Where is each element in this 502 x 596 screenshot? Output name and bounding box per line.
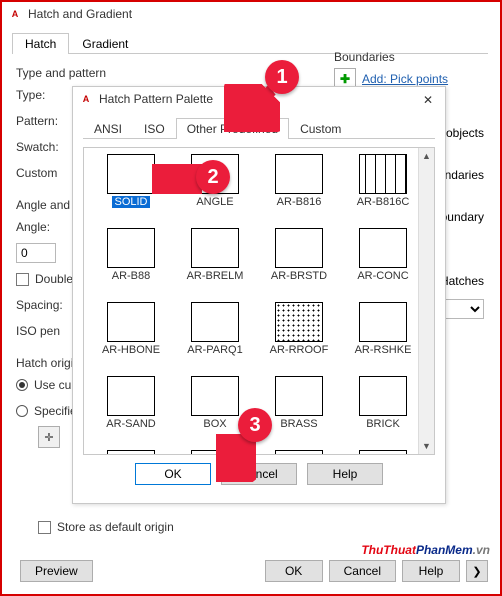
pattern-swatch [275,450,323,455]
pick-origin-button[interactable]: ✛ [38,426,60,448]
swatch-label: Swatch: [16,140,66,154]
type-label: Type: [16,88,66,102]
pattern-label: BRASS [280,418,317,430]
pattern-swatch [359,302,407,342]
pattern-AR-BRELM[interactable]: AR-BRELM [174,228,256,300]
pattern-swatch [107,450,155,455]
pattern-row5-16[interactable] [90,450,172,455]
hatch-dialog-titlebar: A Hatch and Gradient [2,2,498,26]
pattern-label: SOLID [112,196,149,208]
preview-button[interactable]: Preview [20,560,93,582]
pattern-label: AR-RROOF [270,344,329,356]
palette-title: Hatch Pattern Palette [99,92,213,106]
pattern-label: AR-B816 [277,196,322,208]
bg-ok-button[interactable]: OK [265,560,323,582]
pattern-swatch [275,154,323,194]
pattern-label: AR-BRELM [187,270,244,282]
close-icon: ✕ [423,93,433,107]
pattern-row5-19[interactable] [342,450,424,455]
pattern-swatch [191,302,239,342]
pattern-label: Pattern: [16,114,66,128]
tab-iso[interactable]: ISO [133,118,176,139]
pattern-label: ANGLE [196,196,233,208]
tab-gradient[interactable]: Gradient [69,33,141,54]
crosshair-icon: ✛ [44,431,53,444]
pattern-swatch [107,376,155,416]
pattern-AR-RROOF[interactable]: AR-RROOF [258,302,340,374]
bg-help-button[interactable]: Help [402,560,460,582]
pattern-label: AR-BRSTD [271,270,327,282]
pattern-AR-B816[interactable]: AR-B816 [258,154,340,226]
pattern-label: AR-B88 [112,270,151,282]
pattern-label: AR-HBONE [102,344,160,356]
pattern-swatch [107,154,155,194]
pattern-label: BOX [203,418,226,430]
double-checkbox[interactable] [16,273,29,286]
pattern-label: AR-SAND [106,418,156,430]
pattern-row5-18[interactable] [258,450,340,455]
pattern-swatch [107,302,155,342]
pattern-AR-PARQ1[interactable]: AR-PARQ1 [174,302,256,374]
tab-custom[interactable]: Custom [289,118,352,139]
angle-label: Angle: [16,220,66,234]
arrow-1 [224,84,280,132]
pattern-label: AR-CONC [357,270,408,282]
scroll-down-icon[interactable]: ▼ [419,438,434,454]
pattern-swatch [275,302,323,342]
app-icon: A [79,92,93,106]
tab-ansi[interactable]: ANSI [83,118,133,139]
bg-cancel-button[interactable]: Cancel [329,560,396,582]
callout-3: 3 [238,408,272,442]
pattern-label: AR-PARQ1 [187,344,242,356]
custom-label: Custom [16,166,66,180]
group-boundaries: Boundaries [334,50,484,64]
callout-2: 2 [196,160,230,194]
pattern-BRICK[interactable]: BRICK [342,376,424,448]
tab-hatch[interactable]: Hatch [12,33,69,54]
spacing-label: Spacing: [16,298,66,312]
pattern-AR-CONC[interactable]: AR-CONC [342,228,424,300]
specified-radio[interactable] [16,405,28,417]
pattern-swatch [359,376,407,416]
pattern-AR-B88[interactable]: AR-B88 [90,228,172,300]
plus-icon: ✚ [340,72,350,86]
pattern-AR-RSHKE[interactable]: AR-RSHKE [342,302,424,374]
pattern-AR-SAND[interactable]: AR-SAND [90,376,172,448]
use-current-radio[interactable] [16,379,28,391]
scroll-up-icon[interactable]: ▲ [419,148,434,164]
pattern-AR-HBONE[interactable]: AR-HBONE [90,302,172,374]
pattern-swatch [359,450,407,455]
pattern-swatch [191,376,239,416]
palette-ok-button[interactable]: OK [135,463,211,485]
pattern-AR-BRSTD[interactable]: AR-BRSTD [258,228,340,300]
pattern-label: AR-B816C [357,196,410,208]
pattern-swatch [275,376,323,416]
iso-label: ISO pen [16,324,66,338]
arrow-2 [152,164,202,194]
pattern-swatch [191,228,239,268]
hatch-dialog-title: Hatch and Gradient [28,7,132,21]
close-button[interactable]: ✕ [415,89,441,109]
scrollbar[interactable]: ▲ ▼ [418,148,434,454]
callout-1: 1 [265,60,299,94]
watermark: ThuThuatPhanMem.vn [361,534,490,560]
pattern-swatch [275,228,323,268]
pattern-swatch [107,228,155,268]
expand-button[interactable]: ❯ [466,560,488,582]
double-label: Double [35,272,73,286]
pattern-label: BRICK [366,418,400,430]
store-default-label: Store as default origin [57,520,174,534]
pattern-swatch [359,228,407,268]
pattern-AR-B816C[interactable]: AR-B816C [342,154,424,226]
angle-input[interactable] [16,243,56,263]
store-default-checkbox[interactable] [38,521,51,534]
add-pick-points-link[interactable]: Add: Pick points [362,72,448,86]
pattern-label: AR-RSHKE [355,344,412,356]
palette-help-button[interactable]: Help [307,463,383,485]
chevron-right-icon: ❯ [472,565,481,578]
pattern-BRASS[interactable]: BRASS [258,376,340,448]
app-icon: A [8,7,22,21]
pattern-swatch [359,154,407,194]
